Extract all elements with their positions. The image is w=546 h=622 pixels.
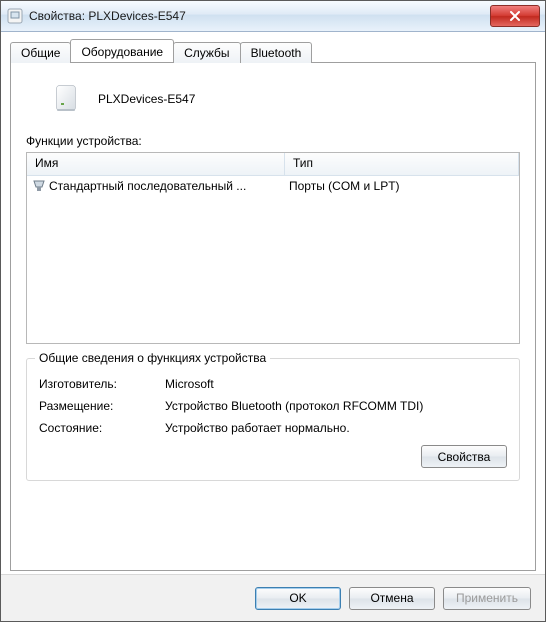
status-label: Состояние:: [39, 421, 165, 435]
tab-services[interactable]: Службы: [173, 42, 240, 63]
list-row[interactable]: Стандартный последовательный ... Порты (…: [27, 176, 519, 196]
close-button[interactable]: [490, 5, 540, 27]
properties-button[interactable]: Свойства: [421, 445, 507, 468]
tab-hardware[interactable]: Оборудование: [70, 39, 174, 62]
ok-button[interactable]: OK: [255, 587, 341, 610]
manufacturer-label: Изготовитель:: [39, 377, 165, 391]
column-name[interactable]: Имя: [27, 153, 285, 175]
tab-general[interactable]: Общие: [10, 42, 71, 63]
row-name: Стандартный последовательный ...: [49, 179, 246, 193]
group-title: Общие сведения о функциях устройства: [35, 351, 270, 365]
close-icon: [509, 11, 521, 21]
client-area: Общие Оборудование Службы Bluetooth: [10, 39, 536, 571]
functions-label: Функции устройства:: [26, 134, 520, 148]
properties-window: Свойства: PLXDevices-E547 Общие Оборудов…: [0, 0, 546, 622]
row-type: Порты (COM и LPT): [285, 179, 519, 193]
cancel-button[interactable]: Отмена: [349, 587, 435, 610]
device-icon: [50, 82, 84, 116]
manufacturer-value: Microsoft: [165, 377, 214, 391]
device-functions-list[interactable]: Имя Тип Стандартный последовательный ...: [26, 152, 520, 344]
tab-page-hardware: PLXDevices-E547 Функции устройства: Имя …: [10, 62, 536, 571]
column-type[interactable]: Тип: [285, 153, 519, 175]
status-value: Устройство работает нормально.: [165, 421, 350, 435]
tab-strip: Общие Оборудование Службы Bluetooth: [10, 39, 536, 62]
window-title: Свойства: PLXDevices-E547: [29, 9, 490, 23]
device-name: PLXDevices-E547: [98, 92, 195, 106]
window-icon: [7, 8, 23, 24]
titlebar: Свойства: PLXDevices-E547: [1, 1, 545, 32]
location-label: Размещение:: [39, 399, 165, 413]
tab-bluetooth[interactable]: Bluetooth: [240, 42, 313, 63]
location-value: Устройство Bluetooth (протокол RFCOMM TD…: [165, 399, 423, 413]
list-header: Имя Тип: [27, 153, 519, 176]
device-header: PLXDevices-E547: [50, 82, 520, 116]
dialog-button-bar: OK Отмена Применить: [1, 574, 545, 621]
port-icon: [31, 178, 47, 194]
function-details-group: Общие сведения о функциях устройства Изг…: [26, 358, 520, 481]
apply-button[interactable]: Применить: [443, 587, 531, 610]
